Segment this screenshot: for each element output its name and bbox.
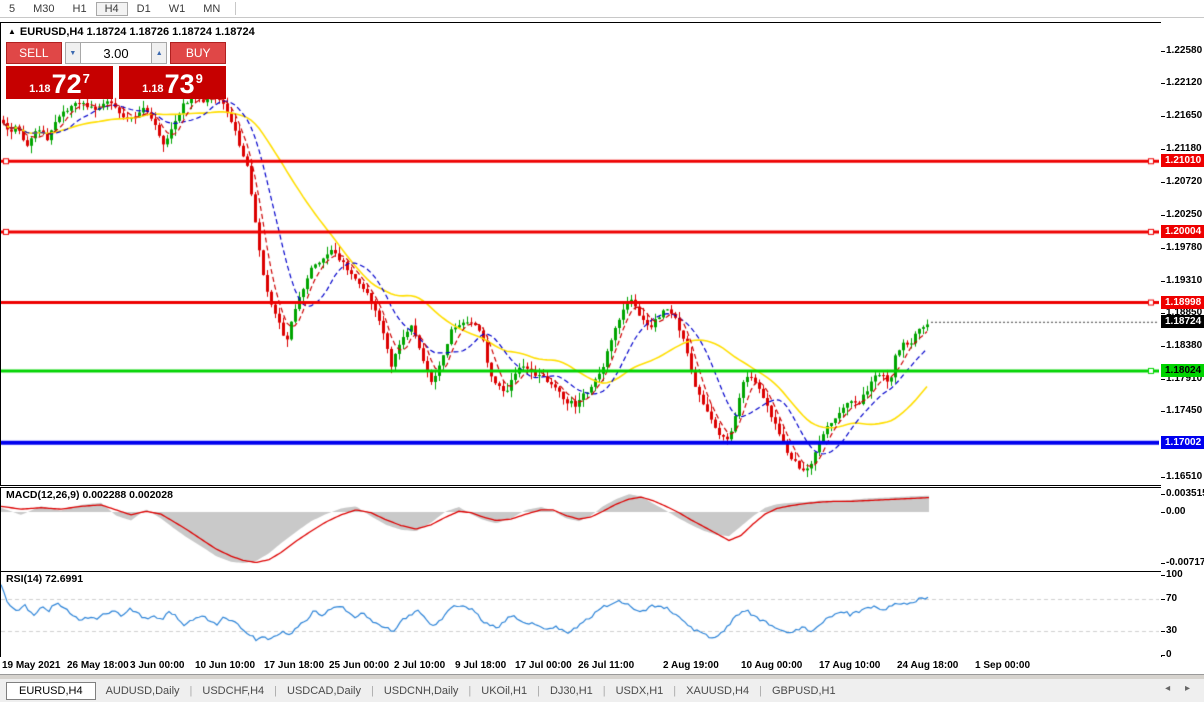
timeframe-button-m30[interactable]: M30 [24, 2, 63, 16]
macd-canvas[interactable] [1, 488, 1159, 569]
time-axis-label: 2 Aug 19:00 [663, 660, 719, 671]
bid-main: 72 [51, 69, 82, 99]
macd-panel [0, 487, 1162, 572]
rsi-label: RSI(14) 72.6991 [6, 573, 84, 585]
sell-button[interactable]: SELL [6, 42, 62, 64]
tab-scroll-arrows-icon[interactable]: ◂ ▸ [1165, 683, 1196, 694]
chart-tab-usdcad-daily[interactable]: USDCAD,Daily [277, 682, 371, 700]
toolbar-separator [235, 2, 237, 15]
chart-tab-xauusd-h4[interactable]: XAUUSD,H4 [676, 682, 759, 700]
rsi-axis-label: 100 [1161, 569, 1183, 580]
price-tick-label: 1.17450 [1160, 405, 1203, 417]
time-axis-label: 26 Jul 11:00 [578, 660, 635, 671]
price-level-badge: 1.18024 [1161, 363, 1204, 377]
symbol-arrow-icon: ▲ [8, 27, 16, 36]
price-level-badge: 1.18998 [1161, 295, 1204, 309]
one-click-trade-panel: SELL ▼ ▲ BUY 1.18 72 7 1.18 73 9 [6, 42, 226, 99]
timeframe-button-h4[interactable]: H4 [95, 1, 128, 16]
chart-title-text: EURUSD,H4 1.18724 1.18726 1.18724 1.1872… [19, 26, 255, 38]
rsi-axis-label: 30 [1160, 625, 1178, 636]
time-axis-label: 1 Sep 00:00 [975, 660, 1031, 671]
rsi-axis-label: 70 [1160, 593, 1178, 604]
price-tick-label: 1.20250 [1160, 208, 1203, 220]
bid-sup: 7 [82, 71, 90, 86]
time-axis-label: 10 Jun 10:00 [195, 660, 256, 671]
ask-sup: 9 [195, 71, 203, 86]
timeframe-button-5[interactable]: 5 [0, 2, 24, 16]
macd-axis-label: 0.00 [1160, 506, 1186, 517]
bid-quote[interactable]: 1.18 72 7 [6, 66, 113, 99]
price-level-badge: 1.17002 [1161, 435, 1204, 449]
buy-button[interactable]: BUY [170, 42, 226, 64]
time-axis-label: 24 Aug 18:00 [897, 660, 959, 671]
time-axis-label: 17 Aug 10:00 [819, 660, 881, 671]
bid-prefix: 1.18 [29, 83, 51, 95]
spin-down-icon: ▼ [69, 49, 77, 57]
chart-tab-usdcnh-daily[interactable]: USDCNH,Daily [374, 682, 469, 700]
time-axis-label: 17 Jun 18:00 [264, 660, 325, 671]
time-axis: 19 May 2021 26 May 18:00 3 Jun 00:00 10 Jun… [0, 657, 1204, 674]
chart-tab-usdx-h1[interactable]: USDX,H1 [606, 682, 674, 700]
price-tick-label: 1.19780 [1160, 241, 1203, 253]
timeframe-button-w1[interactable]: W1 [160, 2, 195, 16]
chart-tab-audusd-daily[interactable]: AUDUSD,Daily [96, 682, 190, 700]
price-tick-label: 1.19310 [1160, 274, 1203, 286]
time-axis-label: 26 May 18:00 [67, 660, 129, 671]
volume-decrease-button[interactable]: ▼ [64, 42, 81, 64]
time-axis-label: 19 May 2021 [2, 660, 61, 671]
price-level-badge: 1.21010 [1161, 154, 1204, 168]
volume-input[interactable] [81, 42, 151, 64]
price-tick-label: 1.20720 [1160, 175, 1203, 187]
time-axis-label: 10 Aug 00:00 [741, 660, 803, 671]
macd-axis-label: 0.003515 [1161, 488, 1204, 500]
chart-title: ▲ EURUSD,H4 1.18724 1.18726 1.18724 1.187… [8, 26, 255, 38]
price-axis: 1.22580 1.22120 1.21650 1.21180 1.20720 1.202… [1160, 22, 1204, 660]
time-axis-label: 25 Jun 00:00 [329, 660, 390, 671]
timeframe-toolbar: 5 M30 H1 H4 D1 W1 MN [0, 0, 1204, 18]
price-tick-label: 1.22580 [1160, 45, 1203, 56]
rsi-panel [0, 571, 1162, 658]
ask-prefix: 1.18 [142, 83, 164, 95]
time-axis-label: 17 Jul 00:00 [515, 660, 572, 671]
chart-tab-bar: EURUSD,H4 AUDUSD,Daily | USDCHF,H4 | USDCAD,D… [0, 679, 1204, 702]
chart-tab-eurusd-h4[interactable]: EURUSD,H4 [6, 681, 96, 700]
price-tick-label: 1.22120 [1160, 77, 1203, 89]
rsi-canvas[interactable] [1, 572, 1159, 655]
timeframe-button-h1[interactable]: H1 [64, 2, 96, 16]
spin-up-icon: ▲ [155, 49, 163, 57]
current-price-badge: 1.18724 [1161, 314, 1204, 328]
chart-tab-dj30-h1[interactable]: DJ30,H1 [540, 682, 603, 700]
price-tick-label: 1.21650 [1160, 110, 1203, 122]
chart-tab-usdchf-h4[interactable]: USDCHF,H4 [192, 682, 274, 700]
chart-tab-gbpusd-h1[interactable]: GBPUSD,H1 [762, 682, 846, 700]
ask-quote[interactable]: 1.18 73 9 [119, 66, 226, 99]
price-tick-label: 1.16510 [1160, 471, 1203, 483]
price-level-badge: 1.20004 [1161, 224, 1204, 238]
timeframe-button-mn[interactable]: MN [194, 2, 229, 16]
chart-tab-ukoil-h1[interactable]: UKOil,H1 [471, 682, 537, 700]
price-tick-label: 1.18380 [1160, 339, 1203, 351]
timeframe-button-d1[interactable]: D1 [128, 2, 160, 16]
macd-label: MACD(12,26,9) 0.002288 0.002028 [6, 489, 173, 501]
time-axis-label: 2 Jul 10:00 [394, 660, 446, 671]
time-axis-label: 3 Jun 00:00 [130, 660, 185, 671]
time-axis-label: 9 Jul 18:00 [455, 660, 507, 671]
macd-axis-label: -0.00717 [1160, 557, 1204, 568]
ask-main: 73 [164, 69, 195, 99]
volume-increase-button[interactable]: ▲ [151, 42, 168, 64]
